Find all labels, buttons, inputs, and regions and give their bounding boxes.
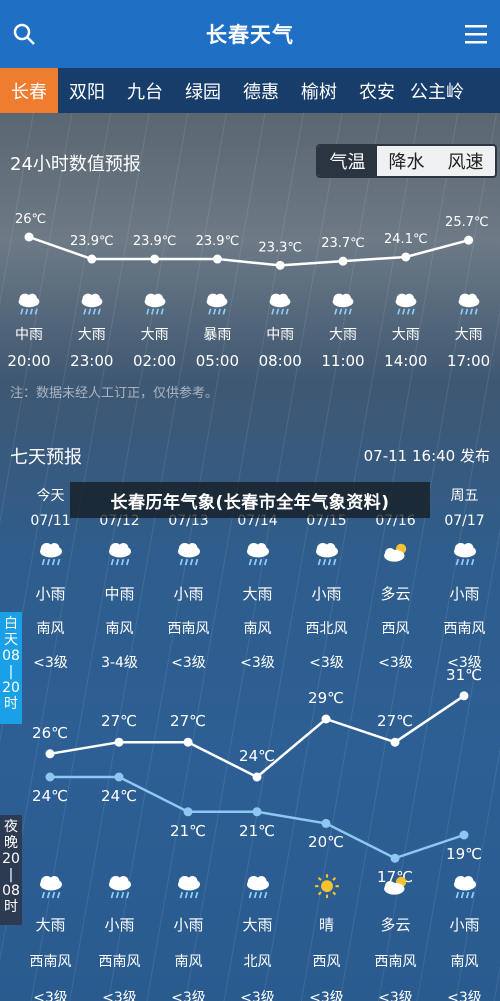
night-icon-wrap: [292, 874, 361, 904]
partly-cloudy-icon: [383, 876, 406, 895]
night-wind-level: <3级: [447, 990, 482, 1001]
night-desc: 大雨: [242, 916, 273, 934]
low-temp-label: 24℃: [32, 787, 68, 805]
high-temp-line-point: [252, 772, 262, 782]
high-temp-line-point: [183, 737, 193, 747]
high-temp-line-point: [390, 737, 400, 747]
night-wind: 南风: [450, 954, 479, 970]
low-temp-label: 21℃: [170, 821, 206, 840]
low-temp-label: 24℃: [101, 787, 137, 805]
night-icon-wrap: [223, 874, 292, 904]
high-temp-label: 27℃: [377, 712, 413, 731]
night-icon-wrap: [16, 874, 85, 904]
night-desc: 多云: [380, 916, 411, 934]
low-temp-line-point: [390, 853, 400, 863]
rain-cloud-icon: [108, 875, 131, 899]
night-wind: 北风: [243, 954, 272, 970]
low-temp-line-point: [252, 807, 262, 817]
daily-night-column: 多云 西南风 <3级: [361, 874, 430, 1001]
night-icon-wrap: [430, 874, 499, 904]
night-wind: 西南风: [98, 954, 141, 970]
daily-night-column: 小雨 西南风 <3级: [85, 874, 154, 1001]
low-temp-line-point: [321, 818, 331, 828]
high-temp-line-point: [114, 737, 124, 747]
rain-cloud-icon: [246, 875, 269, 899]
high-temp-label: 24℃: [239, 747, 275, 765]
high-temp-label: 27℃: [170, 712, 206, 731]
high-temp-line-point: [321, 714, 331, 724]
high-temp-label: 29℃: [308, 689, 344, 707]
night-desc: 晴: [318, 916, 334, 934]
sun-icon: [314, 874, 339, 899]
rain-cloud-icon: [453, 875, 476, 899]
high-temp-label: 31℃: [446, 665, 482, 684]
daily-night-column: 大雨 西南风 <3级: [16, 874, 85, 1001]
rain-cloud-icon: [177, 875, 200, 899]
night-icon-wrap: [154, 874, 223, 904]
night-wind: 西南风: [29, 954, 72, 970]
rain-cloud-icon: [39, 875, 62, 899]
night-icon-wrap: [85, 874, 154, 904]
night-desc: 大雨: [35, 916, 66, 934]
night-wind-level: <3级: [378, 990, 413, 1001]
night-wind-level: <3级: [171, 990, 206, 1001]
daily-night-column: 小雨 南风 <3级: [154, 874, 223, 1001]
night-wind-level: <3级: [309, 990, 344, 1001]
night-wind-level: <3级: [240, 990, 275, 1001]
low-temp-line-point: [45, 772, 55, 782]
high-temp-line-point: [45, 749, 55, 759]
article-title-banner: 长春历年气象(长春市全年气象资料): [70, 482, 430, 518]
low-temp-line-point: [459, 830, 469, 840]
night-desc: 小雨: [449, 916, 480, 934]
night-wind: 西南风: [374, 954, 417, 970]
low-temp-label: 19℃: [446, 845, 482, 863]
low-temp-line-point: [114, 772, 124, 782]
high-temp-label: 27℃: [101, 712, 137, 731]
night-wind: 南风: [174, 954, 203, 970]
night-desc: 小雨: [104, 916, 135, 934]
night-icon-wrap: [361, 874, 430, 904]
daily-night-column: 大雨 北风 <3级: [223, 874, 292, 1001]
night-wind-level: <3级: [102, 990, 137, 1001]
high-temp-line-point: [459, 691, 469, 701]
night-wind: 西风: [312, 954, 341, 970]
daily-night-column: 小雨 南风 <3级: [430, 874, 499, 1001]
low-temp-label: 21℃: [239, 821, 275, 840]
night-wind-level: <3级: [33, 990, 68, 1001]
low-temp-line-point: [183, 807, 193, 817]
night-desc: 小雨: [173, 916, 204, 934]
low-temp-label: 20℃: [308, 833, 344, 852]
daily-night-column: 晴 西风 <3级: [292, 874, 361, 1001]
high-temp-label: 26℃: [32, 723, 68, 742]
